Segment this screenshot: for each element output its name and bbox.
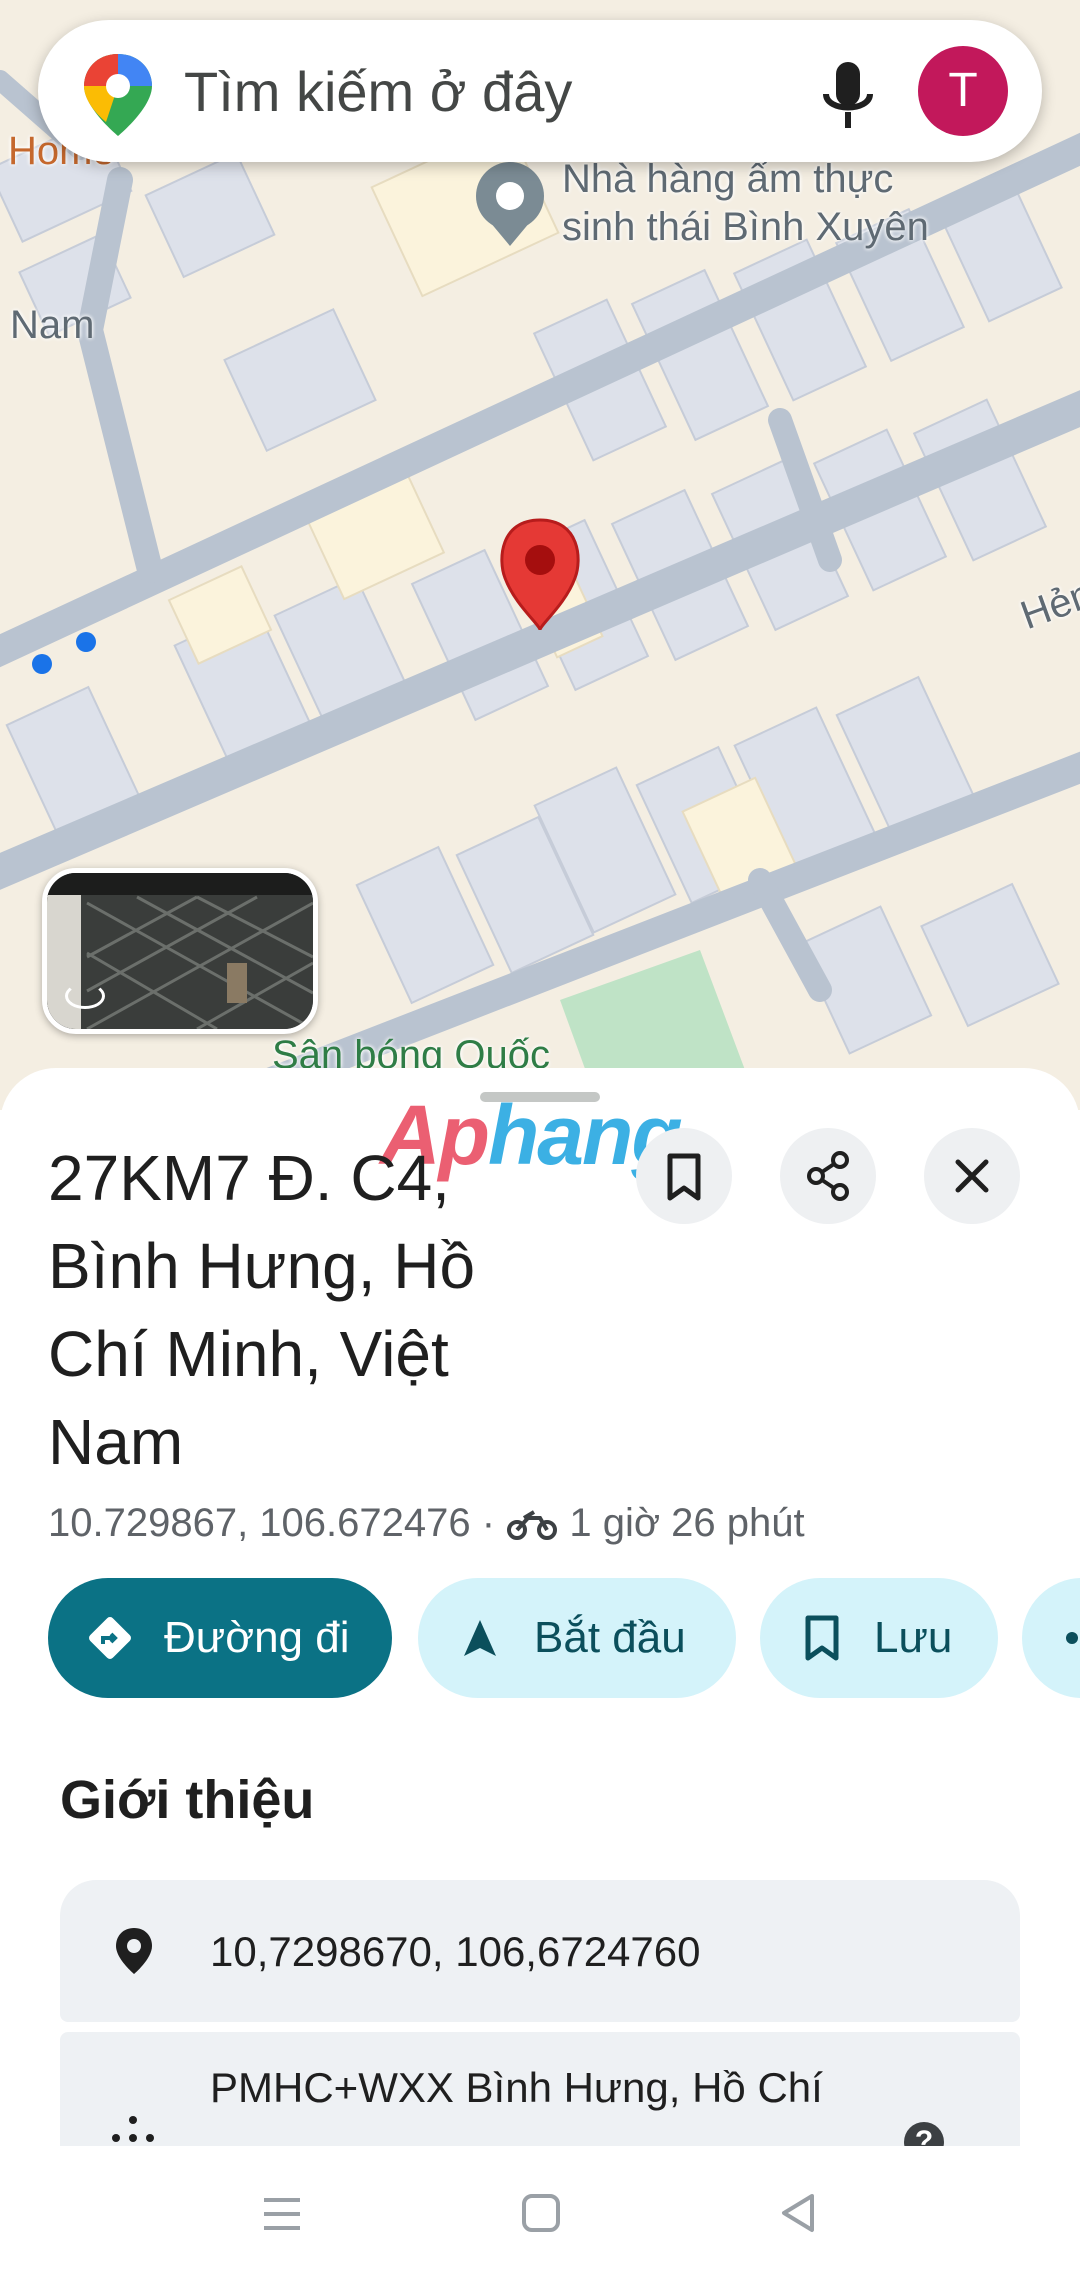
bookmark-icon xyxy=(667,1153,701,1201)
coordinates-row[interactable]: 10,7298670, 106,6724760 xyxy=(60,1880,1020,2022)
motorbike-icon xyxy=(507,1510,558,1540)
account-avatar[interactable]: T xyxy=(918,46,1008,136)
map-view[interactable]: Home Nam Nhà hàng ẩm thực sinh thái Bình… xyxy=(0,0,1080,1110)
map-label-restaurant-line2[interactable]: sinh thái Bình Xuyên xyxy=(562,204,929,250)
bookmark-icon xyxy=(805,1615,839,1661)
travel-time: 1 giờ 26 phút xyxy=(569,1501,805,1545)
system-navigation-bar xyxy=(0,2146,1080,2276)
place-title: 27KM7 Đ. C4, Bình Hưng, Hồ Chí Minh, Việ… xyxy=(48,1142,476,1478)
share-button[interactable] xyxy=(780,1128,876,1224)
map-label-restaurant-line1[interactable]: Nhà hàng ẩm thực xyxy=(562,156,893,202)
share-icon xyxy=(807,1151,849,1201)
close-icon xyxy=(955,1159,989,1193)
search-input[interactable]: Tìm kiếm ở đây xyxy=(184,60,572,124)
share-dot-icon xyxy=(1066,1632,1078,1644)
close-button[interactable] xyxy=(924,1128,1020,1224)
navigation-arrow-icon xyxy=(464,1620,496,1656)
plus-code-value: PMHC+WXX Bình Hưng, Hồ Chí xyxy=(210,2064,823,2111)
recent-apps-icon[interactable] xyxy=(262,2196,302,2232)
start-navigation-button[interactable]: Bắt đầu xyxy=(418,1578,736,1698)
360-rotate-icon xyxy=(65,983,105,1009)
more-actions-button[interactable] xyxy=(1022,1578,1080,1698)
coordinates-value: 10,7298670, 106,6724760 xyxy=(210,1928,701,1975)
place-bottom-sheet[interactable]: Aphang 27KM7 Đ. C4, Bình Hưng, Hồ Chí Mi… xyxy=(0,1068,1080,2146)
directions-button[interactable]: Đường đi xyxy=(48,1578,392,1698)
home-icon[interactable] xyxy=(520,2192,562,2234)
coordinates-travel-line: 10.729867, 106.672476 · 1 giờ 26 phút xyxy=(48,1501,805,1545)
save-button[interactable]: Lưu xyxy=(760,1578,998,1698)
search-bar[interactable]: Tìm kiếm ở đây T xyxy=(38,20,1042,162)
plus-code-row[interactable]: PMHC+WXX Bình Hưng, Hồ Chí ? xyxy=(60,2032,1020,2146)
back-icon[interactable] xyxy=(778,2192,818,2234)
map-label-nam: Nam xyxy=(10,303,95,347)
help-icon[interactable]: ? xyxy=(904,2122,944,2146)
plus-code-icon xyxy=(112,2116,154,2142)
about-section-title: Giới thiệu xyxy=(60,1770,315,1830)
save-bookmark-button[interactable] xyxy=(636,1128,732,1224)
google-maps-pin-icon xyxy=(84,54,152,136)
street-view-thumbnail[interactable] xyxy=(42,868,318,1034)
directions-icon xyxy=(89,1617,131,1659)
location-pin-icon xyxy=(116,1928,152,1974)
microphone-icon[interactable] xyxy=(818,56,878,136)
coordinates-text: 10.729867, 106.672476 xyxy=(48,1501,471,1545)
